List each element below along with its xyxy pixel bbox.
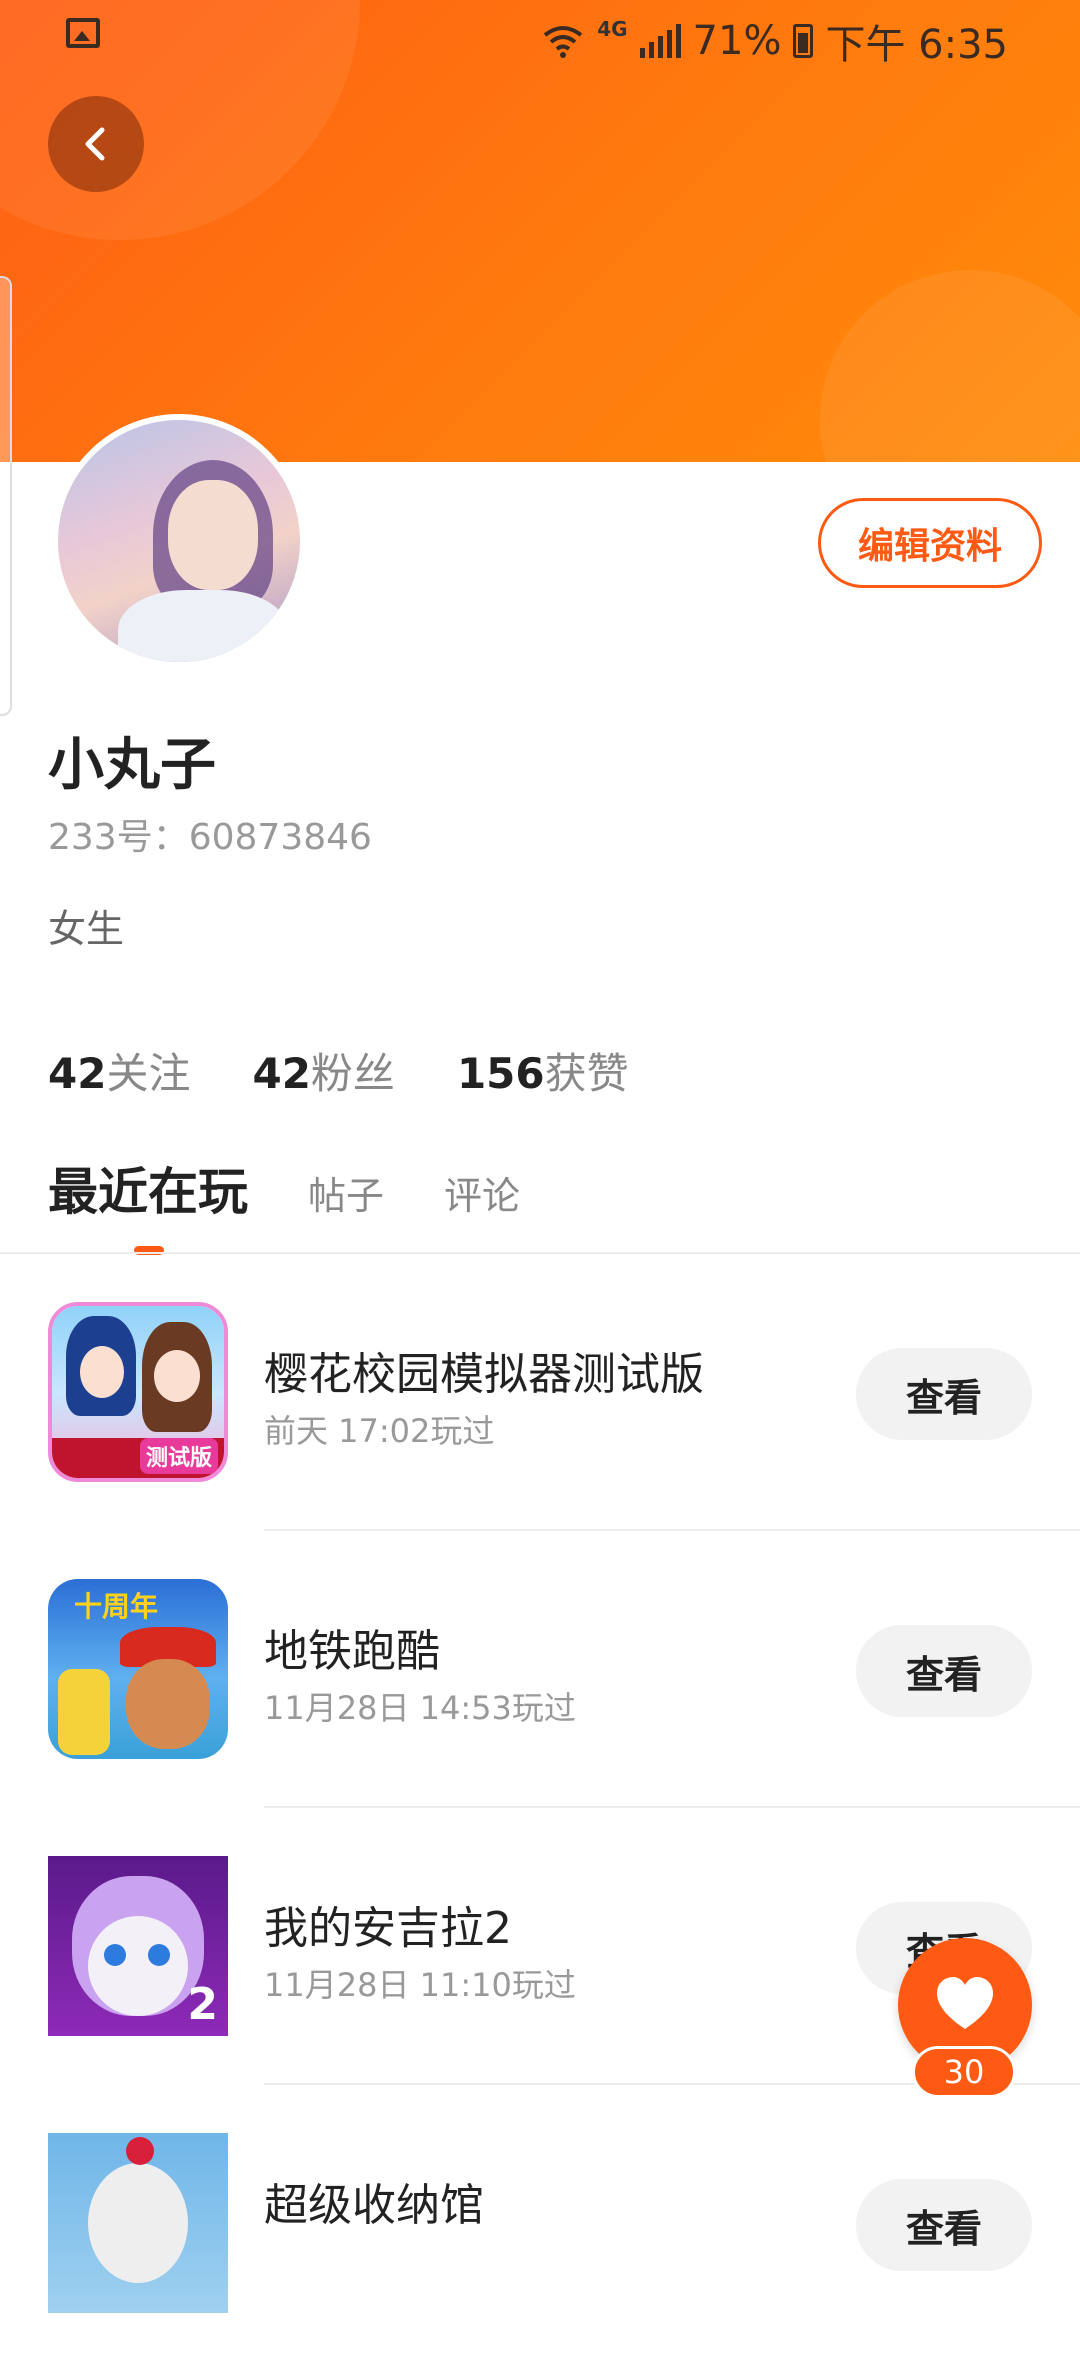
edit-profile-button[interactable]: 编辑资料 <box>818 498 1042 588</box>
game-icon-badge: 2 <box>187 1979 218 2030</box>
clock: 下午 6:35 <box>825 22 1008 68</box>
game-icon: 2 <box>48 1856 228 2036</box>
network-type: 4G <box>597 17 628 41</box>
wifi-icon <box>543 26 583 58</box>
profile-tabs: 最近在玩 帖子 评论 <box>48 1152 520 1255</box>
list-item[interactable]: 超级收纳馆 查看 <box>0 2085 1080 2362</box>
list-item[interactable]: 十周年 地铁跑酷 11月28日 14:53玩过 查看 <box>0 1531 1080 1808</box>
game-last-played: 前天 17:02玩过 <box>264 1412 495 1450</box>
game-title: 我的安吉拉2 <box>264 1903 512 1954</box>
back-button[interactable] <box>48 96 144 192</box>
tab-recent-games[interactable]: 最近在玩 <box>48 1152 248 1255</box>
stats-bar: 42关注 42粉丝 156获赞 <box>48 1040 629 1101</box>
avatar[interactable] <box>52 414 306 668</box>
stat-fans[interactable]: 42粉丝 <box>252 1040 394 1101</box>
view-button[interactable]: 查看 <box>856 2179 1032 2271</box>
stat-likes[interactable]: 156获赞 <box>457 1040 629 1101</box>
game-icon: 十周年 <box>48 1579 228 1759</box>
game-last-played: 11月28日 14:53玩过 <box>264 1689 576 1727</box>
signal-icon <box>639 24 681 58</box>
status-bar: 4G 71% 下午 6:35 <box>0 0 1080 72</box>
edge-panel-handle[interactable] <box>0 276 12 716</box>
battery-percent: 71% <box>692 18 782 64</box>
user-id: 233号：60873846 <box>48 817 372 858</box>
game-title: 地铁跑酷 <box>264 1626 440 1677</box>
list-item[interactable]: 测试版 樱花校园模拟器测试版 前天 17:02玩过 查看 <box>0 1254 1080 1531</box>
stat-following[interactable]: 42关注 <box>48 1040 190 1101</box>
user-gender: 女生 <box>48 907 125 951</box>
view-button[interactable]: 查看 <box>856 1348 1032 1440</box>
tab-comments[interactable]: 评论 <box>444 1165 520 1220</box>
game-icon-badge: 十周年 <box>74 1590 159 1623</box>
game-title: 超级收纳馆 <box>264 2180 484 2231</box>
game-icon <box>48 2133 228 2313</box>
game-title: 樱花校园模拟器测试版 <box>264 1349 704 1400</box>
user-name: 小丸子 <box>48 733 216 798</box>
view-button[interactable]: 查看 <box>856 1625 1032 1717</box>
game-icon-badge: 测试版 <box>139 1438 218 1474</box>
battery-icon <box>793 24 814 58</box>
tab-posts[interactable]: 帖子 <box>308 1165 384 1220</box>
heart-icon <box>937 1977 993 2029</box>
game-last-played: 11月28日 11:10玩过 <box>264 1966 576 2004</box>
gallery-notification-icon <box>66 18 100 48</box>
like-count-badge: 30 <box>912 2046 1016 2098</box>
chevron-left-icon <box>85 127 105 161</box>
game-icon: 测试版 <box>48 1302 228 1482</box>
header-decoration <box>820 270 1080 462</box>
